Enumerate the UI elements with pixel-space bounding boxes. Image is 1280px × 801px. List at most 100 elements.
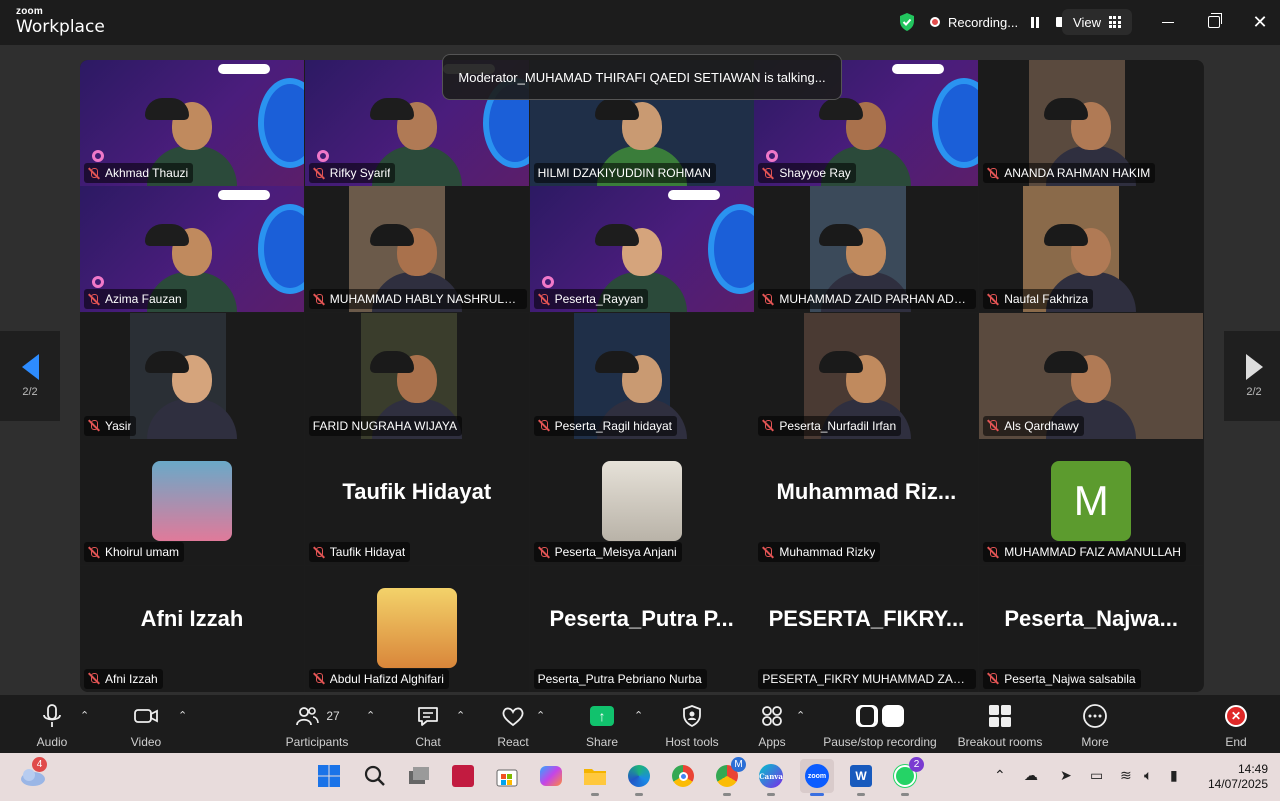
folder-icon xyxy=(584,769,606,785)
participant-tile[interactable]: Afni Izzah Afni Izzah xyxy=(80,565,304,692)
participant-tile[interactable]: Peserta_Ragil hidayat xyxy=(529,312,754,439)
wifi-icon[interactable]: ≋ xyxy=(1120,767,1132,784)
participant-tile[interactable]: Peserta_Nurfadil Irfan xyxy=(754,312,979,439)
participant-tile[interactable]: Peserta_Rayyan xyxy=(529,186,754,313)
system-clock[interactable]: 14:49 14/07/2025 xyxy=(1208,762,1268,792)
avatar xyxy=(376,587,457,668)
participants-icon xyxy=(296,707,320,726)
pause-stop-recording-button[interactable]: Pause/stop recording xyxy=(818,703,942,749)
participant-tile[interactable]: Peserta_Meisya Anjani xyxy=(529,439,754,566)
maximize-button[interactable] xyxy=(1204,12,1224,32)
taskbar-chrome-profile[interactable]: M xyxy=(712,757,746,796)
participant-tile[interactable]: PESERTA_FIKRY... PESERTA_FIKRY MUHAMMAD Z… xyxy=(754,565,979,692)
view-button[interactable]: View xyxy=(1062,9,1132,35)
muted-mic-icon xyxy=(987,167,999,180)
participant-name: Akhmad Thauzi xyxy=(105,166,189,180)
participant-name-label: Peserta_Ragil hidayat xyxy=(533,415,677,436)
participant-tile[interactable]: FARID NUGRAHA WIJAYA xyxy=(304,312,529,439)
taskbar-zoom[interactable]: zoom xyxy=(800,759,834,796)
participant-name: MUHAMMAD FAIZ AMANULLAH xyxy=(1004,545,1181,560)
participant-name-label: ANANDA RAHMAN HAKIM xyxy=(983,163,1156,183)
weather-badge: 4 xyxy=(32,757,47,772)
participant-name-label: MUHAMMAD HABLY NASHRULLAH xyxy=(308,289,527,310)
host-tools-label: Host tools xyxy=(665,735,719,749)
react-button[interactable]: React xyxy=(495,703,531,749)
windows-taskbar: 4 M Canva zoom W 2 ⌃ ☁ ➤ ▭ ≋ 🔈︎ ▮ 14:49 … xyxy=(0,753,1280,801)
participant-tile[interactable]: MUHAMMAD HABLY NASHRULLAH xyxy=(304,186,529,313)
participant-tile[interactable]: Naufal Fakhriza xyxy=(979,186,1204,313)
apps-button[interactable]: Apps xyxy=(754,703,790,749)
weather-widget[interactable]: 4 xyxy=(18,757,48,791)
taskbar-copilot[interactable] xyxy=(536,761,566,791)
taskbar-app-red[interactable] xyxy=(448,761,478,791)
react-options-caret-icon[interactable]: ⌃ xyxy=(536,709,545,722)
taskbar-whatsapp[interactable]: 2 xyxy=(890,757,924,796)
participants-options-caret-icon[interactable]: ⌃ xyxy=(366,709,375,722)
close-window-button[interactable]: ✕ xyxy=(1250,12,1270,32)
share-options-caret-icon[interactable]: ⌃ xyxy=(634,709,643,722)
chat-button[interactable]: Chat xyxy=(410,703,446,749)
participant-name: Peserta_Najwa salsabila xyxy=(1004,671,1136,686)
start-button[interactable] xyxy=(314,761,344,791)
onedrive-cloud-icon[interactable]: ☁ xyxy=(1024,767,1038,784)
taskbar-file-explorer[interactable] xyxy=(580,761,610,796)
participant-tile[interactable]: ANANDA RAHMAN HAKIM xyxy=(979,60,1204,186)
end-meeting-button[interactable]: ✕ End xyxy=(1218,703,1254,749)
encryption-shield-icon[interactable] xyxy=(898,12,916,32)
participant-tile[interactable]: Als Qardhawy xyxy=(979,312,1204,439)
taskbar-canva[interactable]: Canva xyxy=(756,761,786,796)
participant-name: Muhammad Rizky xyxy=(779,545,876,560)
pause-stop-icon xyxy=(856,703,904,729)
taskbar-chrome[interactable] xyxy=(668,761,698,791)
tray-overflow-chevron-icon[interactable]: ⌃ xyxy=(994,767,1006,784)
volume-icon[interactable]: 🔈︎ xyxy=(1144,767,1152,784)
participant-tile[interactable]: Azima Fauzan xyxy=(80,186,304,313)
pause-recording-button[interactable] xyxy=(1026,13,1044,31)
taskbar-edge[interactable] xyxy=(624,761,654,796)
search-button[interactable] xyxy=(360,761,390,791)
audio-button[interactable]: Audio xyxy=(34,703,70,749)
minimize-icon xyxy=(1162,21,1174,23)
chat-options-caret-icon[interactable]: ⌃ xyxy=(456,709,465,722)
share-button[interactable]: ↑ Share xyxy=(584,703,620,749)
audio-options-caret-icon[interactable]: ⌃ xyxy=(80,709,89,722)
host-tools-button[interactable]: Host tools xyxy=(660,703,724,749)
video-options-caret-icon[interactable]: ⌃ xyxy=(178,709,187,722)
recording-label: Recording... xyxy=(948,14,1019,30)
video-button[interactable]: Video xyxy=(126,703,166,749)
word-icon: W xyxy=(850,765,872,787)
participant-tile[interactable]: Yasir xyxy=(80,312,304,439)
participant-tile[interactable]: M MUHAMMAD FAIZ AMANULLAH xyxy=(979,439,1204,566)
participants-button[interactable]: 27 Participants xyxy=(282,703,352,749)
video-label: Video xyxy=(130,735,162,749)
participant-tile[interactable]: Khoirul umam xyxy=(80,439,304,566)
participant-tile[interactable]: Abdul Hafizd Alghifari xyxy=(304,565,529,692)
participant-name: ANANDA RAHMAN HAKIM xyxy=(1004,166,1151,180)
participant-tile[interactable]: Peserta_Putra P... Peserta_Putra Pebriano… xyxy=(529,565,754,692)
avatar xyxy=(152,461,232,542)
taskbar-word[interactable]: W xyxy=(846,761,876,796)
participant-tile[interactable]: Taufik Hidayat Taufik Hidayat xyxy=(304,439,529,566)
minimize-button[interactable] xyxy=(1158,12,1178,32)
participant-name-label: Rifky Syarif xyxy=(308,163,396,183)
canva-icon: Canva xyxy=(759,764,783,788)
muted-mic-icon xyxy=(538,419,550,432)
taskbar-store[interactable] xyxy=(492,761,522,791)
location-icon[interactable]: ➤ xyxy=(1060,767,1072,784)
battery-icon[interactable]: ▮ xyxy=(1170,767,1178,784)
previous-page-button[interactable]: 2/2 xyxy=(0,331,60,421)
participant-tile[interactable]: Muhammad Riz... Muhammad Rizky xyxy=(754,439,979,566)
muted-mic-icon xyxy=(538,546,550,559)
more-button[interactable]: More xyxy=(1077,703,1113,749)
participant-tile[interactable]: Peserta_Najwa... Peserta_Najwa salsabila xyxy=(979,565,1204,692)
apps-options-caret-icon[interactable]: ⌃ xyxy=(796,709,805,722)
audio-label: Audio xyxy=(36,735,68,749)
battery-saver-icon[interactable]: ▭ xyxy=(1090,767,1103,784)
avatar: M xyxy=(1051,461,1132,542)
next-page-button[interactable]: 2/2 xyxy=(1224,331,1280,421)
participant-tile[interactable]: MUHAMMAD ZAID PARHAN ADRI... xyxy=(754,186,979,313)
copilot-icon xyxy=(540,766,562,786)
breakout-rooms-button[interactable]: Breakout rooms xyxy=(954,703,1046,749)
task-view-button[interactable] xyxy=(404,761,434,791)
participant-tile[interactable]: Akhmad Thauzi xyxy=(80,60,304,186)
